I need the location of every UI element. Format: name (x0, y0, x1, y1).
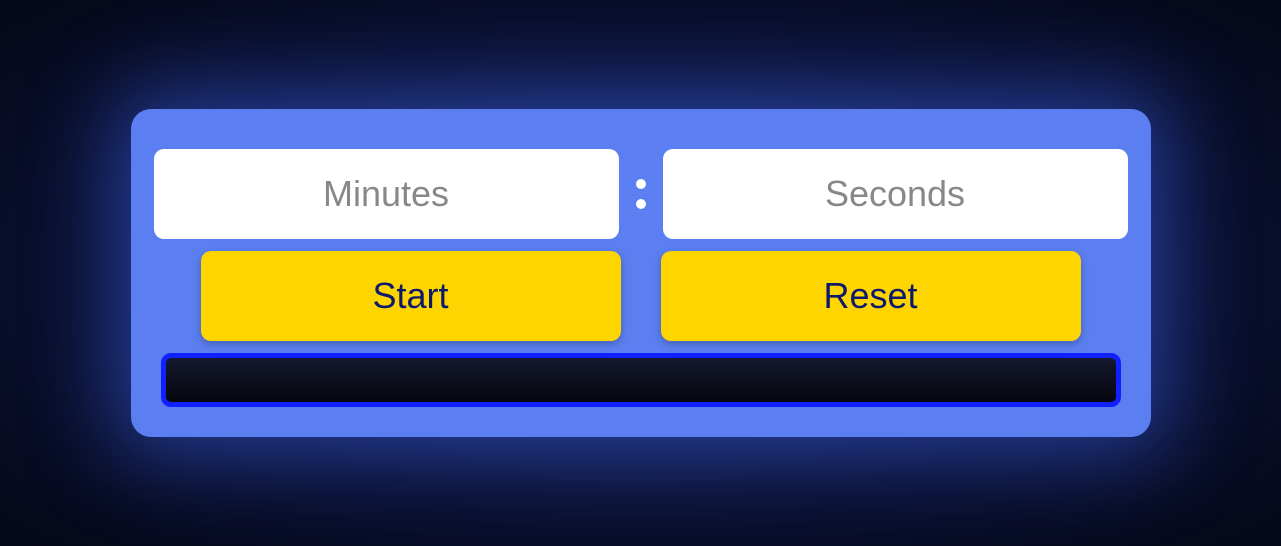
timer-card: Start Reset (131, 109, 1151, 437)
start-button[interactable]: Start (201, 251, 621, 341)
seconds-input[interactable] (663, 149, 1128, 239)
timer-display (161, 353, 1121, 407)
reset-button[interactable]: Reset (661, 251, 1081, 341)
colon-icon (634, 179, 648, 209)
button-row: Start Reset (161, 251, 1121, 341)
time-input-row (161, 149, 1121, 239)
minutes-input[interactable] (154, 149, 619, 239)
